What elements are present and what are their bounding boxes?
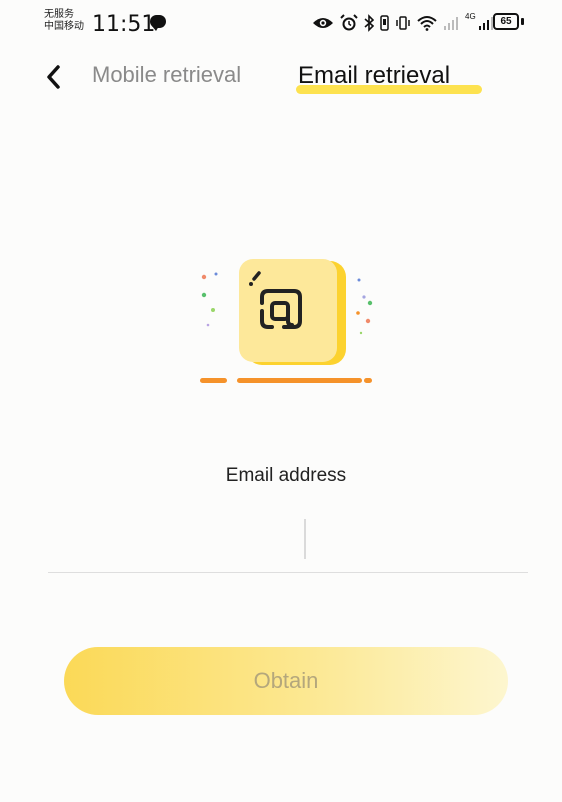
bluetooth-icon xyxy=(364,14,374,32)
back-button[interactable] xyxy=(38,60,68,94)
email-input[interactable] xyxy=(48,508,528,573)
eye-icon xyxy=(313,18,333,28)
obtain-button[interactable]: Obtain xyxy=(64,647,508,715)
back-arrow-icon xyxy=(47,65,60,89)
signal-strength-icon xyxy=(478,17,493,30)
tab-email-retrieval[interactable]: Email retrieval xyxy=(298,62,450,90)
carrier-info: 无服务 中国移动 xyxy=(44,9,84,33)
status-bar: 无服务 中国移动 11:51 4G 65 xyxy=(0,0,562,48)
tab-mobile-retrieval[interactable]: Mobile retrieval xyxy=(92,62,241,88)
email-address-label: Email address xyxy=(225,465,347,486)
text-cursor xyxy=(304,519,306,559)
carrier-line1: 无服务 xyxy=(44,9,74,20)
tab-email-label: Email retrieval xyxy=(298,62,451,89)
vibrate-icon xyxy=(396,16,410,30)
battery-icon: 65 xyxy=(493,13,519,30)
phone-icon xyxy=(380,15,389,31)
alarm-icon xyxy=(340,14,358,31)
status-icons: 4G xyxy=(312,12,494,34)
status-time: 11:51 xyxy=(92,12,156,37)
carrier-line2: 中国移动 xyxy=(44,21,84,32)
battery-nub xyxy=(521,18,524,25)
network-type: 4G xyxy=(465,12,476,21)
wifi-icon xyxy=(417,16,437,31)
email-illustration xyxy=(200,259,373,383)
signal-icon xyxy=(444,17,458,30)
chat-notification-icon xyxy=(150,15,166,31)
